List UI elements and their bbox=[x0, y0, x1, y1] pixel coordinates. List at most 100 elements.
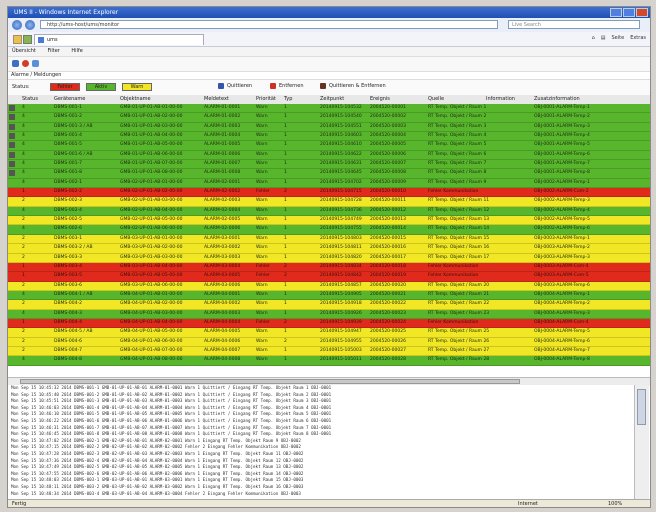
search-input[interactable]: Live Search bbox=[508, 20, 640, 29]
table-row[interactable]: 4 DBMS-001-5 GMB-01-UP-01-AB-05-00-00 ALARM… bbox=[8, 141, 650, 151]
table-row[interactable]: 2 DBMS-003-6 GMB-03-UP-01-AB-06-00-00 ALARM… bbox=[8, 281, 650, 291]
table-row[interactable]: 4 DBMS-004-3 GMB-04-UP-01-AB-03-00-00 ALARM… bbox=[8, 309, 650, 319]
table-row[interactable]: 4 DBMS-001-7 GMB-01-UP-01-AB-07-00-00 ALARM… bbox=[8, 160, 650, 170]
column-header[interactable]: Typ bbox=[284, 96, 292, 102]
table-row[interactable]: 4 DBMS-001-6 / AB GMB-01-UP-01-AB-06-00-00… bbox=[8, 150, 650, 161]
print-icon[interactable]: ▤ bbox=[601, 35, 606, 41]
scrollbar-thumb[interactable] bbox=[637, 389, 646, 425]
menu-item-help[interactable]: Hilfe bbox=[71, 48, 82, 54]
table-row[interactable]: 2 DBMS-002-3 GMB-02-UP-01-AB-03-00-00 ALARM… bbox=[8, 197, 650, 207]
column-header[interactable]: Zusatzinformation bbox=[534, 96, 580, 102]
table-row[interactable]: 2 DBMS-004-2 GMB-04-UP-01-AB-02-00-00 ALARM… bbox=[8, 300, 650, 310]
table-cell: 1 bbox=[284, 105, 287, 110]
legend-swatch-active[interactable]: Aktiv bbox=[86, 83, 116, 91]
table-cell: Warn bbox=[256, 245, 268, 251]
minimize-button[interactable] bbox=[610, 8, 622, 17]
table-row[interactable]: 2 DBMS-003-2 / AB GMB-03-UP-01-AB-02-00-00… bbox=[8, 244, 650, 254]
home-icon[interactable]: ⌂ bbox=[592, 35, 595, 41]
table-cell: ALARM-04-0002 bbox=[204, 301, 241, 307]
refresh-icon[interactable] bbox=[12, 60, 19, 67]
table-row[interactable]: 4 DBMS-001-4 GMB-01-UP-01-AB-04-00-00 ALARM… bbox=[8, 132, 650, 142]
table-row[interactable]: 1 DBMS-002-2 GMB-02-UP-01-AB-02-00-00 ALARM… bbox=[8, 188, 650, 198]
add-favorites-icon[interactable] bbox=[23, 35, 32, 44]
table-row[interactable]: 4 DBMS-004-1 / AB GMB-04-UP-01-AB-01-00-00… bbox=[8, 290, 650, 301]
close-button[interactable] bbox=[636, 8, 648, 17]
log-line: Mon Sep 15 10:48:34 2014 DBMS-003-4 GMB-… bbox=[11, 490, 301, 496]
table-cell: DBMS-002-5 bbox=[54, 217, 82, 223]
menu-item-overview[interactable]: Übersicht bbox=[12, 48, 36, 54]
table-row[interactable]: 2 DBMS-004-7 GMB-04-UP-01-AB-07-00-00 ALARM… bbox=[8, 346, 650, 357]
stop-icon[interactable] bbox=[22, 60, 29, 67]
table-cell: DBMS-001-8 bbox=[54, 170, 82, 176]
table-row[interactable]: 4 DBMS-002-4 GMB-02-UP-01-AB-04-00-00 ALARM… bbox=[8, 206, 650, 217]
scrollbar-thumb[interactable] bbox=[20, 379, 520, 384]
acknowledge-remove-button[interactable]: Quittieren & Entfernen bbox=[320, 83, 386, 89]
row-select-checkbox[interactable] bbox=[9, 114, 15, 121]
table-row[interactable]: 4 DBMS-002-1 GMB-02-UP-01-AB-01-00-00 ALARM… bbox=[8, 178, 650, 189]
row-select-checkbox[interactable] bbox=[9, 170, 15, 177]
url-input[interactable]: http://ums-host/ums/monitor bbox=[40, 20, 498, 29]
log-line: Mon Sep 15 10:47:28 2014 DBMS-002-3 GMB-… bbox=[11, 450, 304, 456]
table-cell: OBJ-0003-ALARM-Temp-1 bbox=[534, 235, 590, 241]
table-row[interactable]: 4 DBMS-001-2 GMB-01-UP-01-AB-02-00-00 ALARM… bbox=[8, 113, 650, 123]
table-cell: RT Temp. Objekt / Raum 4 bbox=[428, 133, 487, 139]
column-header[interactable]: Gerätename bbox=[54, 96, 85, 102]
table-row[interactable]: 4 DBMS-001-1 GMB-01-UP-01-AB-01-00-00 ALARM… bbox=[8, 104, 650, 114]
legend-swatch-error[interactable]: Fehler bbox=[50, 83, 80, 91]
column-header[interactable]: Quelle bbox=[428, 96, 444, 102]
table-row[interactable]: 2 DBMS-003-1 GMB-03-UP-01-AB-01-00-00 ALARM… bbox=[8, 234, 650, 245]
row-select-checkbox[interactable] bbox=[9, 142, 15, 149]
table-row[interactable]: 2 DBMS-004-6 GMB-04-UP-01-AB-06-00-00 ALARM… bbox=[8, 337, 650, 347]
table-cell: 2 bbox=[284, 189, 287, 195]
table-cell: OBJ-0001-ALARM-Temp-8 bbox=[534, 170, 590, 176]
table-cell: Warn bbox=[256, 142, 268, 148]
table-cell: DBMS-004-8 bbox=[54, 357, 82, 363]
table-cell: ALARM-04-0007 bbox=[204, 347, 241, 353]
row-select-checkbox[interactable] bbox=[9, 151, 15, 158]
column-header[interactable]: Zeitpunkt bbox=[320, 96, 344, 102]
column-header[interactable]: Status bbox=[22, 96, 38, 102]
column-header[interactable]: Priorität bbox=[256, 96, 276, 102]
table-cell: GMB-01-UP-01-AB-04-00-00 bbox=[120, 133, 183, 139]
table-row[interactable]: 4 DBMS-001-8 GMB-01-UP-01-AB-08-00-00 ALARM… bbox=[8, 169, 650, 179]
acknowledge-button[interactable]: Quittieren bbox=[218, 83, 252, 89]
column-header[interactable]: Ereignis bbox=[370, 96, 390, 102]
row-select-checkbox[interactable] bbox=[9, 105, 15, 111]
column-header[interactable]: Information bbox=[486, 96, 515, 102]
table-row[interactable]: 4 DBMS-004-8 GMB-04-UP-01-AB-08-00-00 ALARM… bbox=[8, 356, 650, 366]
table-row[interactable]: 2 DBMS-002-5 GMB-02-UP-01-AB-05-00-00 ALARM… bbox=[8, 216, 650, 226]
page-menu[interactable]: Seite bbox=[612, 35, 625, 41]
table-row[interactable]: 2 DBMS-004-5 / AB GMB-04-UP-01-AB-05-00-00… bbox=[8, 328, 650, 338]
table-cell: OBJ-0004-ALARM-Temp-8 bbox=[534, 357, 590, 363]
table-cell: 1 bbox=[284, 282, 287, 288]
favorites-star-icon[interactable] bbox=[13, 35, 22, 44]
row-select-checkbox[interactable] bbox=[9, 123, 15, 130]
row-select-checkbox[interactable] bbox=[9, 161, 15, 168]
forward-icon[interactable] bbox=[25, 20, 35, 30]
table-cell: ALARM-01-0003 bbox=[204, 123, 241, 129]
table-cell: Warn bbox=[256, 310, 268, 316]
table-row[interactable]: 1 DBMS-003-4 GMB-03-UP-01-AB-04-00-00 ALARM… bbox=[8, 262, 650, 273]
menu-item-filter[interactable]: Filter bbox=[47, 48, 59, 54]
table-cell: Warn bbox=[256, 235, 268, 241]
table-cell: 2004520-00021 bbox=[370, 291, 406, 297]
zoom-level[interactable]: 100% bbox=[608, 500, 622, 507]
table-row[interactable]: 4 DBMS-001-3 / AB GMB-01-UP-01-AB-03-00-00… bbox=[8, 122, 650, 133]
row-select-checkbox[interactable] bbox=[9, 133, 15, 140]
table-row[interactable]: 2 DBMS-003-3 GMB-03-UP-01-AB-03-00-00 ALARM… bbox=[8, 253, 650, 263]
maximize-button[interactable] bbox=[623, 8, 635, 17]
tools-menu[interactable]: Extras bbox=[630, 35, 646, 41]
back-icon[interactable] bbox=[12, 20, 22, 30]
table-row[interactable]: 1 DBMS-003-5 GMB-03-UP-01-AB-05-00-00 ALARM… bbox=[8, 272, 650, 282]
table-row[interactable]: 4 DBMS-002-6 GMB-02-UP-01-AB-06-00-00 ALARM… bbox=[8, 225, 650, 235]
remove-button[interactable]: Entfernen bbox=[270, 83, 304, 89]
table-cell: GMB-03-UP-01-AB-02-00-00 bbox=[120, 245, 183, 251]
settings-icon[interactable] bbox=[32, 60, 39, 67]
table-cell: 1 bbox=[284, 301, 287, 307]
column-header[interactable]: Meldetext bbox=[204, 96, 229, 102]
table-row[interactable]: 1 DBMS-004-4 GMB-04-UP-01-AB-04-00-00 ALARM… bbox=[8, 318, 650, 329]
tab-ums[interactable]: ums bbox=[34, 34, 204, 45]
legend-swatch-warning[interactable]: Warn bbox=[122, 83, 152, 91]
column-header[interactable]: Objektname bbox=[120, 96, 151, 102]
vertical-scrollbar[interactable] bbox=[634, 385, 649, 499]
